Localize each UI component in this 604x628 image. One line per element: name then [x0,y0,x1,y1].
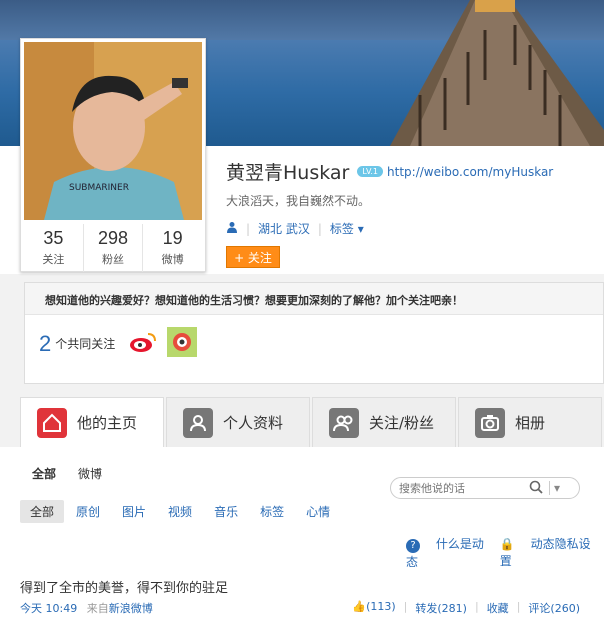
weibo-logo-icon[interactable] [129,330,157,357]
sub-tab-weibo[interactable]: 微博 [78,465,102,482]
profile-name-row: 黄翌青Huskar LV.1 http://weibo.com/myHuskar [226,158,553,185]
sub-tab-all[interactable]: 全部 [32,465,56,482]
profile-info-row: | 湖北 武汉 | 标签 ▾ [226,220,364,237]
thumbs-up-icon: 👍 [352,600,367,613]
avatar-card: SUBMARINER 35 关注 298 粉丝 19 微博 [20,38,206,272]
level-badge[interactable]: LV.1 [357,166,384,177]
info-divider: | [246,221,251,236]
post-meta: 今天 10:49 来自新浪微博 [20,600,153,616]
chevron-down-icon[interactable]: ▾ [549,481,560,495]
tab-home[interactable]: 他的主页 [20,397,164,447]
feed-help-links: ? 什么是动态 🔒 动态隐私设置 [406,535,604,570]
action-divider: | [403,600,408,613]
profile-tabs: 他的主页 个人资料 关注/粉丝 相册 [20,397,604,447]
promo-headline: 想知道他的兴趣爱好？想知道他的生活习惯？想要更加深刻的了解他？加个关注吧亲！ [25,283,603,315]
filter-original[interactable]: 原创 [66,500,110,523]
post-source-prefix: 来自 [86,602,109,615]
privacy-link[interactable]: 🔒 动态隐私设置 [500,535,592,570]
tab-follows-label: 关注/粉丝 [369,414,435,432]
person-card-icon [183,407,213,438]
tags-label: 标签 [329,222,354,236]
stat-posts[interactable]: 19 微博 [143,224,202,272]
stat-following-count: 35 [43,228,64,248]
search-icon[interactable] [529,480,543,497]
search-input[interactable] [399,481,529,495]
action-divider: | [474,600,479,613]
tab-album-label: 相册 [515,414,546,432]
favorite-button[interactable]: 收藏 [487,600,509,616]
like-count: (113) [366,600,396,613]
filter-video[interactable]: 视频 [158,500,202,523]
mutual-avatar[interactable] [167,327,198,360]
avatar-photo: SUBMARINER [24,42,202,220]
feed-panel: 全部 微博 ▾ 全部 原创 图片 视频 音乐 标签 心情 ? 什么是动态 🔒 动… [0,447,604,628]
feed-filters: 全部 原创 图片 视频 音乐 标签 心情 [20,500,342,523]
follow-promo-panel: 想知道他的兴趣爱好？想知道他的生活习惯？想要更加深刻的了解他？加个关注吧亲！ 2… [24,282,604,384]
stat-following-label: 关注 [42,253,65,266]
filter-images[interactable]: 图片 [112,500,156,523]
camera-icon [475,407,505,438]
tags-dropdown[interactable]: 标签 ▾ [330,220,364,237]
comment-button[interactable]: 评论(260) [528,600,580,616]
lock-icon: 🔒 [499,537,515,551]
tab-album[interactable]: 相册 [458,397,602,447]
tab-follows[interactable]: 关注/粉丝 [312,397,456,447]
pier-image [390,0,604,146]
follow-button[interactable]: + 关注 [226,246,280,268]
feed-sub-tabs: 全部 微博 [32,465,124,482]
profile-url-link[interactable]: http://weibo.com/myHuskar [387,165,553,179]
action-divider: | [516,600,521,613]
filter-all[interactable]: 全部 [20,500,65,523]
stat-followers-label: 粉丝 [102,253,124,266]
people-icon [329,407,359,438]
tab-profile[interactable]: 个人资料 [166,397,310,447]
stat-followers[interactable]: 298 粉丝 [84,224,144,272]
stats-row: 35 关注 298 粉丝 19 微博 [24,224,202,272]
tab-home-label: 他的主页 [77,414,138,432]
info-divider: | [317,221,322,236]
post-text: 得到了全市的美誉，得不到你的驻足 [20,581,229,596]
stat-followers-count: 298 [97,228,129,248]
caret-down-icon: ▾ [357,222,364,236]
post-source-link[interactable]: 新浪微博 [109,602,153,615]
profile-name: 黄翌青Huskar [226,162,350,184]
stat-posts-label: 微博 [161,253,184,266]
person-icon [226,221,238,236]
mutual-count[interactable]: 2 [39,331,51,357]
filter-tags[interactable]: 标签 [250,500,294,523]
mutual-label[interactable]: 个共同关注 [55,335,115,352]
svg-text:SUBMARINER: SUBMARINER [69,183,129,193]
home-icon [37,407,67,438]
profile-bio: 大浪滔天，我自巍然不动。 [226,194,371,208]
stat-posts-count: 19 [162,228,183,248]
tab-profile-label: 个人资料 [223,414,284,432]
post-actions: 👍(113) | 转发(281) | 收藏 | 评论(260) [352,600,580,616]
like-button[interactable]: 👍(113) [352,600,395,616]
avatar[interactable]: SUBMARINER [24,42,202,220]
post-time-link[interactable]: 今天 10:49 [20,602,77,615]
mutual-follow-row: 2 个共同关注 [25,315,603,360]
filter-mood[interactable]: 心情 [296,500,340,523]
repost-button[interactable]: 转发(281) [415,600,467,616]
feed-search[interactable]: ▾ [390,477,580,499]
stat-following[interactable]: 35 关注 [24,224,84,272]
location-link[interactable]: 湖北 武汉 [258,220,310,237]
question-icon: ? [406,539,420,553]
help-link[interactable]: ? 什么是动态 [406,535,488,570]
filter-music[interactable]: 音乐 [204,500,248,523]
